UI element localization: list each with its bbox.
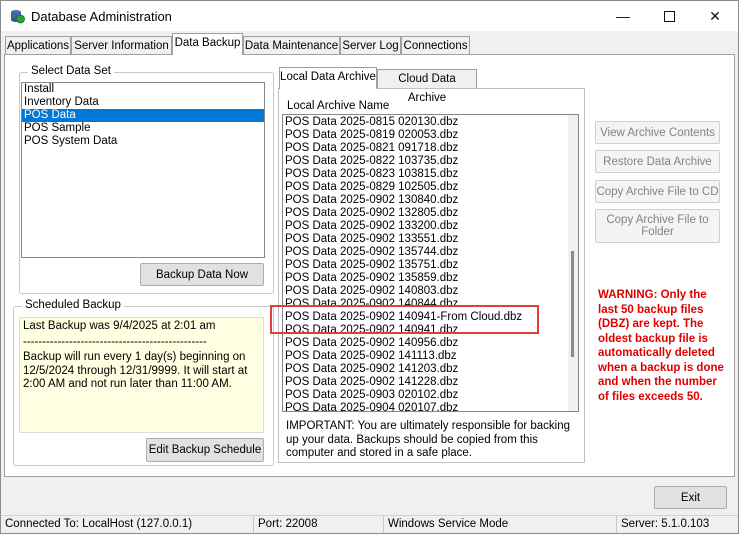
- list-item[interactable]: POS Sample: [22, 122, 264, 135]
- list-item[interactable]: POS System Data: [22, 135, 264, 148]
- tab-server-log[interactable]: Server Log: [340, 36, 401, 55]
- restore-data-archive-button[interactable]: Restore Data Archive: [595, 150, 720, 173]
- tab-server-information[interactable]: Server Information: [71, 36, 172, 55]
- select-data-set-label: Select Data Set: [28, 65, 114, 77]
- important-note: IMPORTANT: You are ultimately responsibl…: [286, 420, 571, 459]
- view-archive-contents-button[interactable]: View Archive Contents: [595, 121, 720, 144]
- maximize-button[interactable]: [646, 1, 692, 31]
- window-title: Database Administration: [31, 9, 172, 24]
- tab-cloud-data-archive[interactable]: Cloud Data Archive: [377, 69, 477, 104]
- close-icon: ✕: [709, 7, 721, 24]
- schedule-line: 12/5/2024 through 12/31/9999. It will st…: [23, 364, 248, 377]
- list-item[interactable]: Install: [22, 83, 264, 96]
- copy-archive-to-cd-button[interactable]: Copy Archive File to CD: [595, 180, 720, 203]
- last-backup-text: Last Backup was 9/4/2025 at 2:01 am: [23, 320, 216, 332]
- database-globe-icon: [11, 10, 25, 24]
- local-archive-list[interactable]: POS Data 2025-0815 020130.dbz POS Data 20…: [282, 114, 579, 412]
- archive-file-row[interactable]: POS Data 2025-0902 135744.dbz: [283, 246, 568, 259]
- archive-file-row[interactable]: POS Data 2025-0822 103735.dbz: [283, 155, 568, 168]
- schedule-line: Backup will run every 1 day(s) beginning…: [23, 351, 246, 363]
- archive-file-row[interactable]: POS Data 2025-0829 102505.dbz: [283, 181, 568, 194]
- archive-file-row[interactable]: POS Data 2025-0904 020107.dbz: [283, 402, 568, 411]
- archive-file-row[interactable]: POS Data 2025-0903 020102.dbz: [283, 389, 568, 402]
- scheduled-backup-label: Scheduled Backup: [22, 299, 124, 311]
- main-window: Database Administration — ✕ Applications…: [0, 0, 739, 534]
- title-bar: Database Administration — ✕: [1, 1, 738, 31]
- status-server: Server: 5.1.0.103: [616, 516, 738, 533]
- archive-file-row[interactable]: POS Data 2025-0902 141228.dbz: [283, 376, 568, 389]
- tab-local-data-archive[interactable]: Local Data Archive: [279, 67, 377, 89]
- archive-file-row[interactable]: POS Data 2025-0902 141203.dbz: [283, 363, 568, 376]
- tab-data-maintenance[interactable]: Data Maintenance: [243, 36, 340, 55]
- archive-file-row[interactable]: POS Data 2025-0902 141113.dbz: [283, 350, 568, 363]
- separator-line: ----------------------------------------…: [23, 335, 207, 348]
- minimize-icon: —: [616, 8, 630, 24]
- local-archive-header: Local Archive Name: [287, 100, 390, 112]
- copy-archive-to-folder-button[interactable]: Copy Archive File to Folder: [595, 209, 720, 243]
- list-item-selected[interactable]: POS Data: [22, 109, 264, 122]
- schedule-info-box: Last Backup was 9/4/2025 at 2:01 am ----…: [19, 317, 264, 433]
- archive-file-row[interactable]: POS Data 2025-0902 140956.dbz: [283, 337, 568, 350]
- warning-text: WARNING: Only the last 50 backup files (…: [598, 289, 724, 403]
- status-port: Port: 22008: [253, 516, 383, 533]
- archive-file-row[interactable]: POS Data 2025-0821 091718.dbz: [283, 142, 568, 155]
- edit-backup-schedule-button[interactable]: Edit Backup Schedule: [146, 438, 264, 462]
- archive-file-row[interactable]: POS Data 2025-0823 103815.dbz: [283, 168, 568, 181]
- highlight-box: [270, 305, 539, 334]
- archive-file-row[interactable]: POS Data 2025-0902 135751.dbz: [283, 259, 568, 272]
- list-item[interactable]: Inventory Data: [22, 96, 264, 109]
- backup-data-now-button[interactable]: Backup Data Now: [140, 263, 264, 286]
- tab-data-backup[interactable]: Data Backup: [172, 33, 243, 55]
- archive-file-row[interactable]: POS Data 2025-0902 135859.dbz: [283, 272, 568, 285]
- archive-file-row[interactable]: POS Data 2025-0902 133200.dbz: [283, 220, 568, 233]
- archive-file-row[interactable]: POS Data 2025-0902 140803.dbz: [283, 285, 568, 298]
- archive-file-row[interactable]: POS Data 2025-0902 133551.dbz: [283, 233, 568, 246]
- scrollbar[interactable]: [568, 115, 578, 411]
- maximize-icon: [663, 10, 675, 22]
- archive-file-row[interactable]: POS Data 2025-0902 130840.dbz: [283, 194, 568, 207]
- scrollbar-thumb[interactable]: [571, 251, 574, 357]
- tab-connections[interactable]: Connections: [401, 36, 470, 55]
- archive-file-row[interactable]: POS Data 2025-0902 132805.dbz: [283, 207, 568, 220]
- close-button[interactable]: ✕: [692, 1, 738, 31]
- data-set-list[interactable]: Install Inventory Data POS Data POS Samp…: [21, 82, 265, 258]
- exit-button[interactable]: Exit: [654, 486, 727, 509]
- status-connected: Connected To: LocalHost (127.0.0.1): [5, 518, 193, 530]
- schedule-line: 2:00 AM and not run later than 11:00 AM.: [23, 378, 232, 390]
- data-backup-panel: Select Data Set Install Inventory Data P…: [4, 54, 735, 477]
- status-mode: Windows Service Mode: [383, 516, 616, 533]
- archive-file-row[interactable]: POS Data 2025-0819 020053.dbz: [283, 129, 568, 142]
- tab-applications[interactable]: Applications: [5, 36, 71, 55]
- archive-file-row[interactable]: POS Data 2025-0815 020130.dbz: [283, 116, 568, 129]
- minimize-button[interactable]: —: [600, 1, 646, 31]
